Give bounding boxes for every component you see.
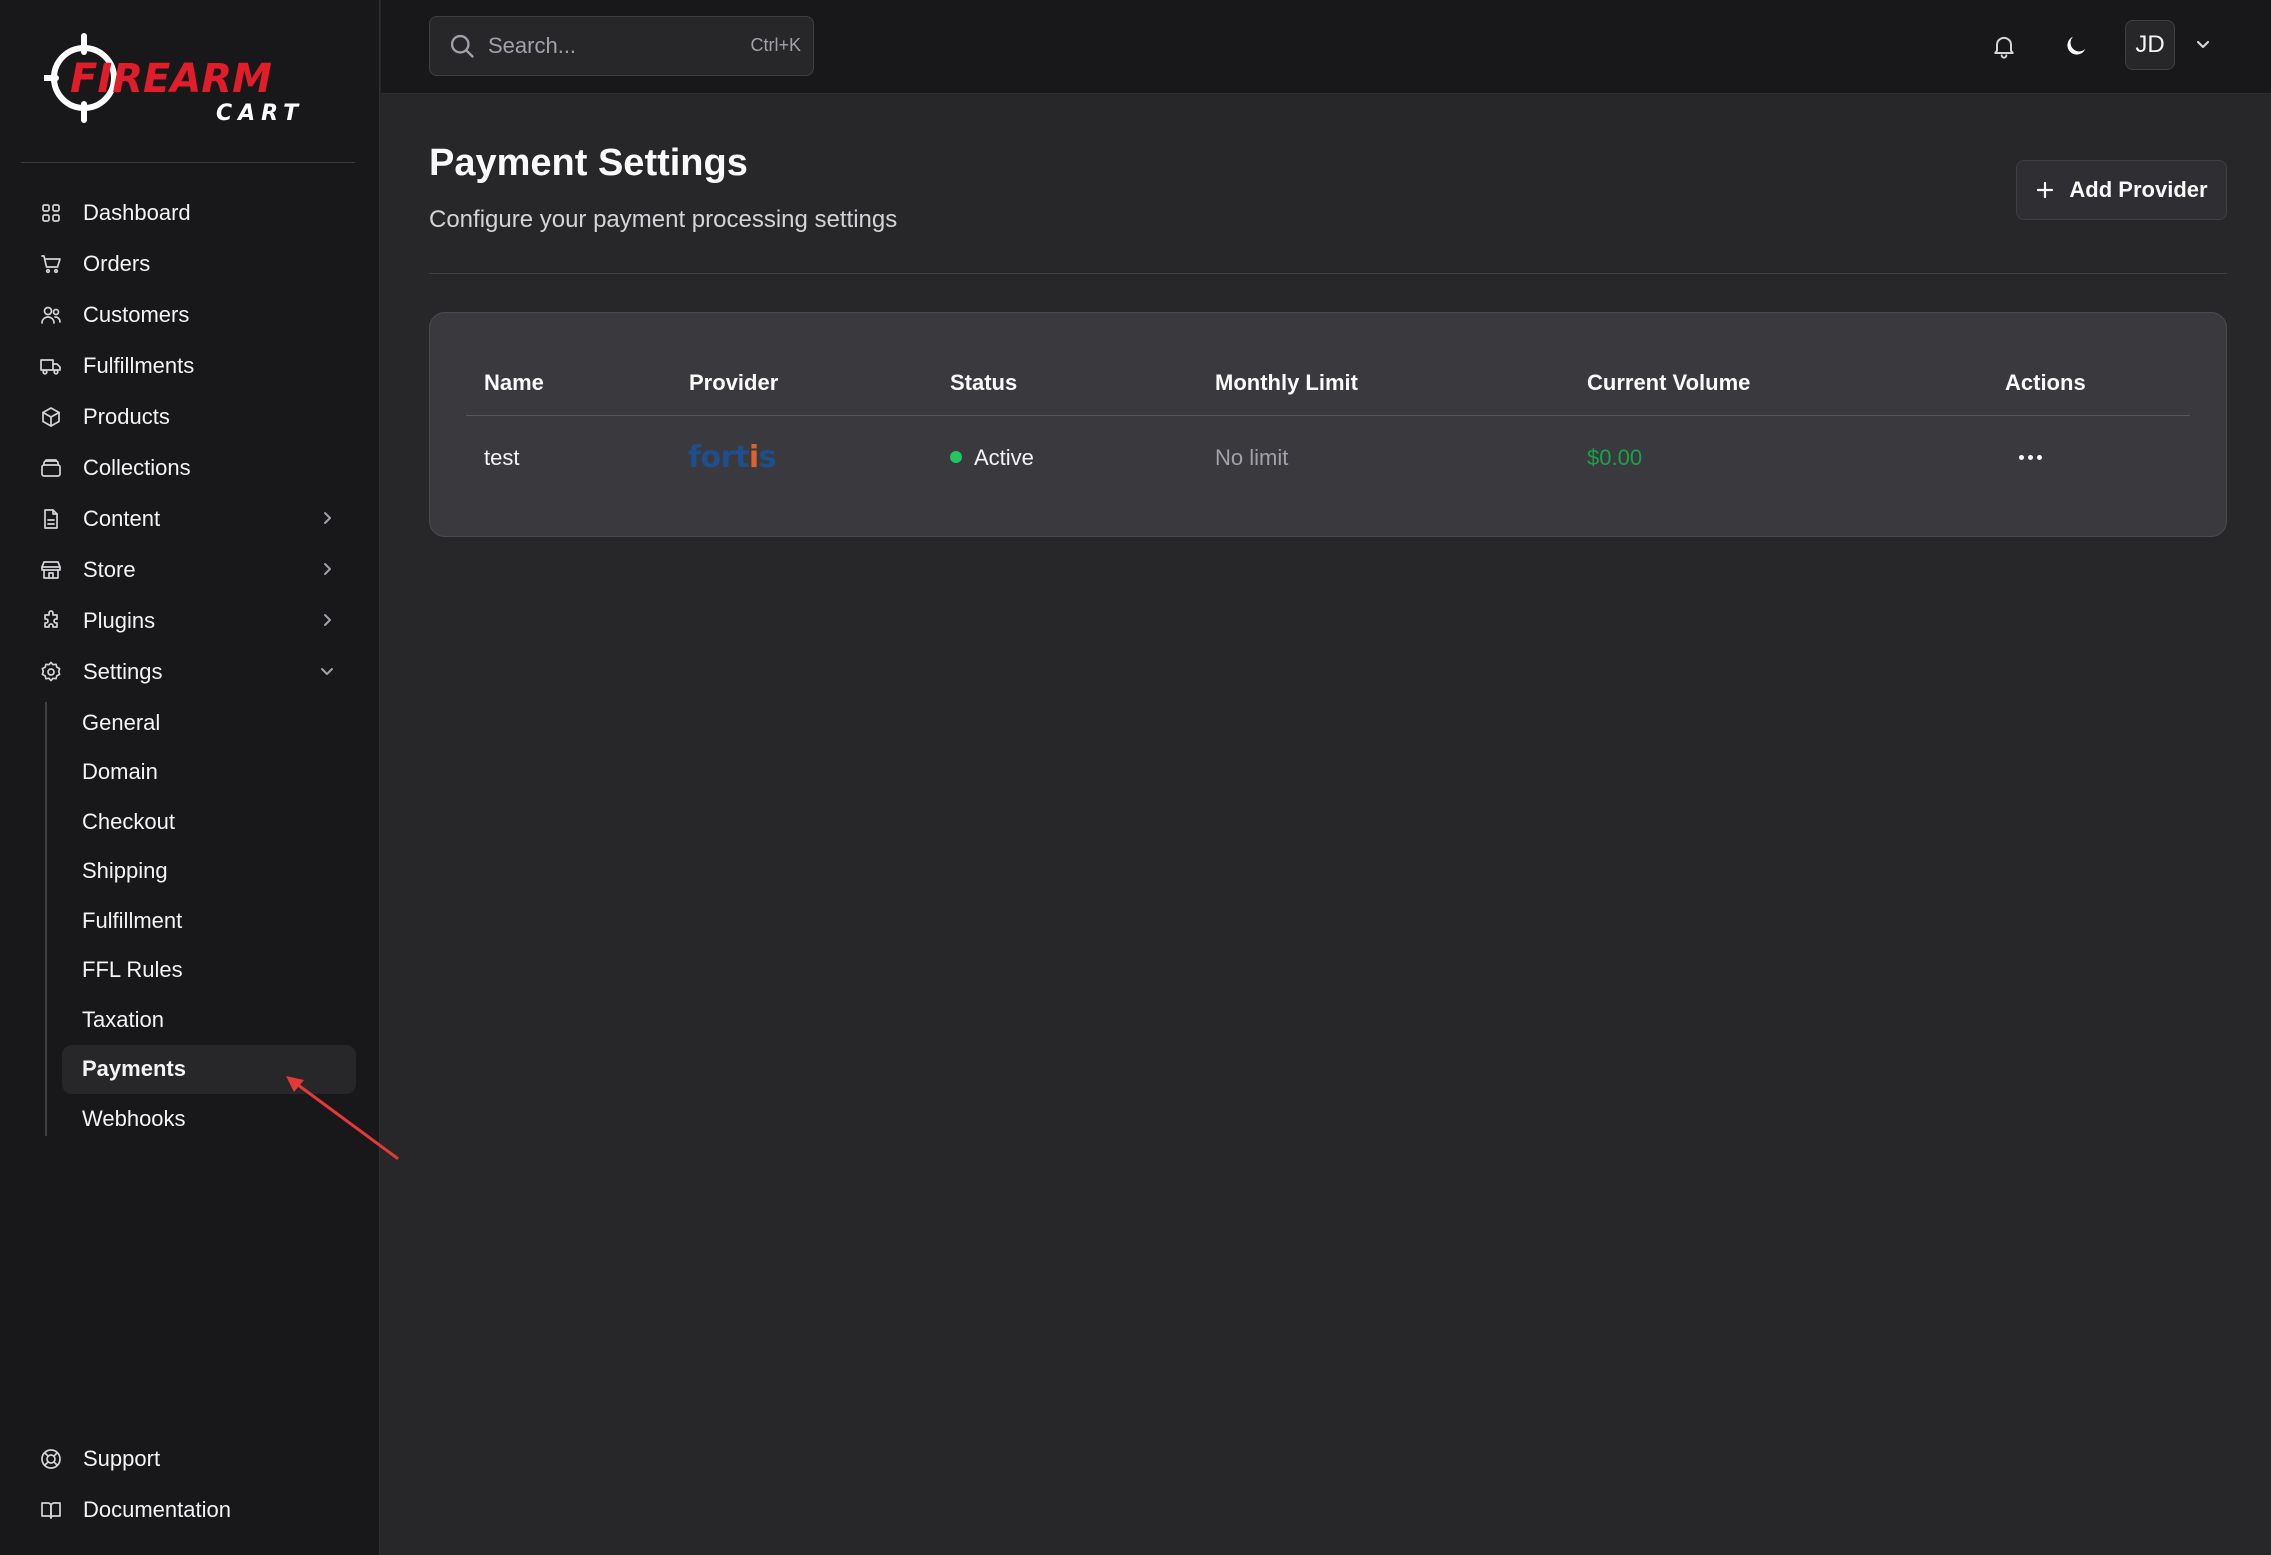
providers-table-card: Name Provider Status Monthly Limit Curre…	[429, 312, 2227, 537]
sidebar-item-plugins[interactable]: Plugins	[21, 595, 355, 646]
header-row-divider	[466, 415, 2190, 416]
file-icon	[39, 507, 63, 531]
sidebar-item-label: Collections	[83, 454, 191, 480]
puzzle-icon	[39, 609, 63, 633]
top-bar: Ctrl+K JD	[381, 0, 2271, 94]
svg-text:FIREARM: FIREARM	[70, 56, 272, 102]
sidebar-item-dashboard[interactable]: Dashboard	[21, 187, 355, 238]
page-title: Payment Settings	[429, 142, 748, 184]
cell-monthly-limit: No limit	[1215, 445, 1289, 470]
column-header-current-volume[interactable]: Current Volume	[1587, 370, 1750, 396]
status-dot-icon	[950, 451, 962, 464]
avatar[interactable]: JD	[2125, 20, 2175, 70]
sidebar-item-label: Settings	[83, 658, 163, 684]
sidebar-item-collections[interactable]: Collections	[21, 442, 355, 493]
lifebuoy-icon	[39, 1447, 63, 1471]
chevron-down-icon	[317, 661, 337, 681]
sidebar-item-label: Orders	[83, 250, 151, 276]
svg-text:CART: CART	[216, 101, 304, 126]
package-icon	[39, 405, 63, 429]
annotation-arrow-icon	[286, 1076, 399, 1160]
search-box[interactable]: Ctrl+K	[429, 16, 814, 76]
subnav-item-checkout[interactable]: Checkout	[62, 797, 356, 847]
cell-name: test	[484, 445, 520, 470]
sidebar-item-support[interactable]: Support	[21, 1433, 355, 1484]
sidebar-item-content[interactable]: Content	[21, 493, 355, 544]
chevron-right-icon	[317, 508, 337, 528]
subnav-item-general[interactable]: General	[62, 698, 356, 748]
add-provider-button[interactable]: Add Provider	[2016, 160, 2227, 220]
column-header-name[interactable]: Name	[484, 370, 544, 396]
sidebar-item-orders[interactable]: Orders	[21, 238, 355, 289]
search-icon	[450, 34, 474, 58]
column-header-provider[interactable]: Provider	[689, 370, 778, 396]
column-header-monthly-limit[interactable]: Monthly Limit	[1215, 370, 1358, 396]
column-header-actions: Actions	[2005, 370, 2086, 395]
cell-status: Active	[950, 445, 1034, 471]
sidebar-item-label: Fulfillments	[83, 352, 195, 378]
sidebar-item-documentation[interactable]: Documentation	[21, 1484, 355, 1535]
subnav-item-fulfillment[interactable]: Fulfillment	[62, 896, 356, 946]
status-badge: Active	[974, 445, 1034, 470]
sidebar-item-customers[interactable]: Customers	[21, 289, 355, 340]
sidebar: FIREARM CART Dashboard Orders Customers …	[0, 0, 380, 1555]
subnav-item-ffl-rules[interactable]: FFL Rules	[62, 946, 356, 996]
sidebar-item-fulfillments[interactable]: Fulfillments	[21, 340, 355, 391]
fortis-logo: fortis	[688, 440, 776, 475]
sidebar-item-label: Documentation	[83, 1496, 231, 1522]
app-window: FIREARM CART Dashboard Orders Customers …	[0, 0, 2271, 1555]
column-header-status[interactable]: Status	[950, 370, 1017, 396]
sidebar-item-label: Store	[83, 556, 136, 582]
page-subtitle: Configure your payment processing settin…	[429, 206, 898, 233]
book-icon	[39, 1498, 63, 1522]
moon-icon[interactable]	[2058, 28, 2094, 64]
sidebar-item-label: Content	[83, 505, 161, 531]
add-provider-label: Add Provider	[2069, 177, 2208, 202]
sidebar-bottom-nav: Support Documentation	[21, 1433, 355, 1535]
store-icon	[39, 558, 63, 582]
search-shortcut: Ctrl+K	[750, 35, 801, 55]
sidebar-item-store[interactable]: Store	[21, 544, 355, 595]
chevron-down-icon[interactable]	[2193, 34, 2213, 54]
search-input[interactable]	[488, 33, 728, 59]
sidebar-item-label: Products	[83, 403, 170, 429]
truck-icon	[39, 354, 63, 378]
sidebar-item-label: Customers	[83, 301, 190, 327]
subnav-item-shipping[interactable]: Shipping	[62, 847, 356, 897]
sidebar-item-products[interactable]: Products	[21, 391, 355, 442]
cart-icon	[39, 252, 63, 276]
bell-icon[interactable]	[1986, 28, 2022, 64]
sidebar-item-label: Plugins	[83, 607, 156, 633]
sidebar-item-label: Support	[83, 1445, 161, 1471]
users-icon	[39, 303, 63, 327]
sidebar-item-label: Dashboard	[83, 199, 191, 225]
plus-icon	[2037, 181, 2054, 199]
settings-subnav-line	[45, 702, 47, 1136]
cell-current-volume: $0.00	[1587, 445, 1643, 470]
subnav-item-domain[interactable]: Domain	[62, 748, 356, 798]
sidebar-item-settings[interactable]: Settings	[21, 646, 355, 697]
grid-icon	[39, 201, 63, 225]
sidebar-nav: Dashboard Orders Customers Fulfillments …	[21, 187, 355, 697]
gear-icon	[39, 660, 63, 684]
brand-logo[interactable]: FIREARM CART	[41, 30, 334, 126]
subnav-item-taxation[interactable]: Taxation	[62, 995, 356, 1045]
collection-icon	[39, 456, 63, 480]
chevron-right-icon	[317, 559, 337, 579]
logo-divider	[21, 162, 355, 163]
chevron-right-icon	[317, 610, 337, 630]
header-divider	[429, 273, 2227, 274]
more-actions-icon[interactable]	[2010, 441, 2050, 473]
